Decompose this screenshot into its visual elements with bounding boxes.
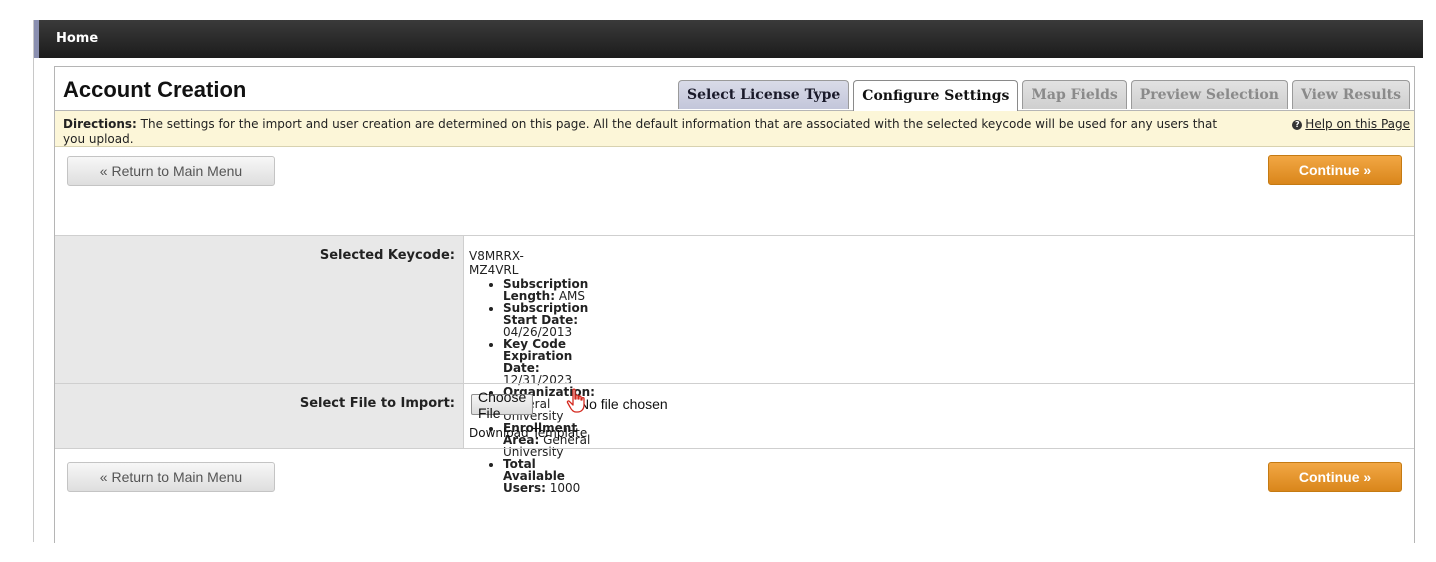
list-item: Key Code Expiration Date: 12/31/2023 [503, 338, 595, 386]
directions-banner: Directions: The settings for the import … [55, 111, 1414, 147]
continue-button-top[interactable]: Continue » [1268, 155, 1402, 185]
list-item: Total Available Users: 1000 [503, 458, 595, 494]
file-import-label: Select File to Import: [299, 396, 455, 411]
keycode-label-cell: Selected Keycode: [55, 236, 464, 383]
help-link[interactable]: ? Help on this Page [1292, 117, 1410, 132]
detail-value: 1000 [545, 481, 581, 495]
detail-label: Key Code Expiration Date: [503, 337, 573, 375]
tab-preview-selection: Preview Selection [1130, 80, 1288, 109]
keycode-value: V8MRRX-MZ4VRL [469, 249, 524, 277]
directions-label: Directions: [63, 117, 137, 131]
tab-select-license-type[interactable]: Select License Type [678, 80, 850, 109]
file-label-cell: Select File to Import: [55, 384, 464, 448]
continue-button-bottom[interactable]: Continue » [1268, 462, 1402, 492]
hand-pointer-cursor-icon [566, 388, 585, 413]
tab-configure-settings[interactable]: Configure Settings [853, 80, 1019, 111]
keycode-row: Selected Keycode: V8MRRX-MZ4VRL Subscrip… [55, 235, 1414, 494]
directions-body: The settings for the import and user cre… [63, 117, 1218, 146]
return-to-main-menu-button-top[interactable]: « Return to Main Menu [67, 156, 275, 186]
download-template-link[interactable]: Download Template [469, 426, 587, 440]
table-bottom-border [55, 448, 1414, 449]
tab-map-fields: Map Fields [1022, 80, 1127, 109]
account-creation-panel: Account Creation Select License Type Con… [54, 66, 1415, 543]
list-item: Subscription Length: AMS [503, 278, 595, 302]
tab-view-results: View Results [1291, 80, 1410, 109]
app-frame: Home Account Creation Select License Typ… [33, 20, 1423, 543]
wizard-tabs: Select License Type Configure Settings M… [678, 80, 1410, 111]
file-status-text: No file chosen [579, 396, 668, 412]
settings-form: Selected Keycode: V8MRRX-MZ4VRL Subscrip… [55, 235, 1414, 494]
choose-file-button[interactable]: Choose File [471, 389, 534, 421]
return-to-main-menu-button-bottom[interactable]: « Return to Main Menu [67, 462, 275, 492]
home-bar: Home [34, 20, 1423, 58]
home-title[interactable]: Home [56, 31, 98, 46]
file-import-row: Select File to Import: Choose File No fi… [55, 383, 1414, 448]
question-circle-icon: ? [1292, 119, 1303, 130]
directions-text: Directions: The settings for the import … [63, 117, 1233, 147]
detail-label: Subscription Start Date: [503, 301, 589, 327]
page-title: Account Creation [63, 77, 247, 102]
keycode-label: Selected Keycode: [319, 248, 455, 263]
panel-header: Account Creation Select License Type Con… [55, 67, 1414, 111]
help-link-label[interactable]: Help on this Page [1305, 117, 1410, 132]
list-item: Subscription Start Date: 04/26/2013 [503, 302, 595, 338]
